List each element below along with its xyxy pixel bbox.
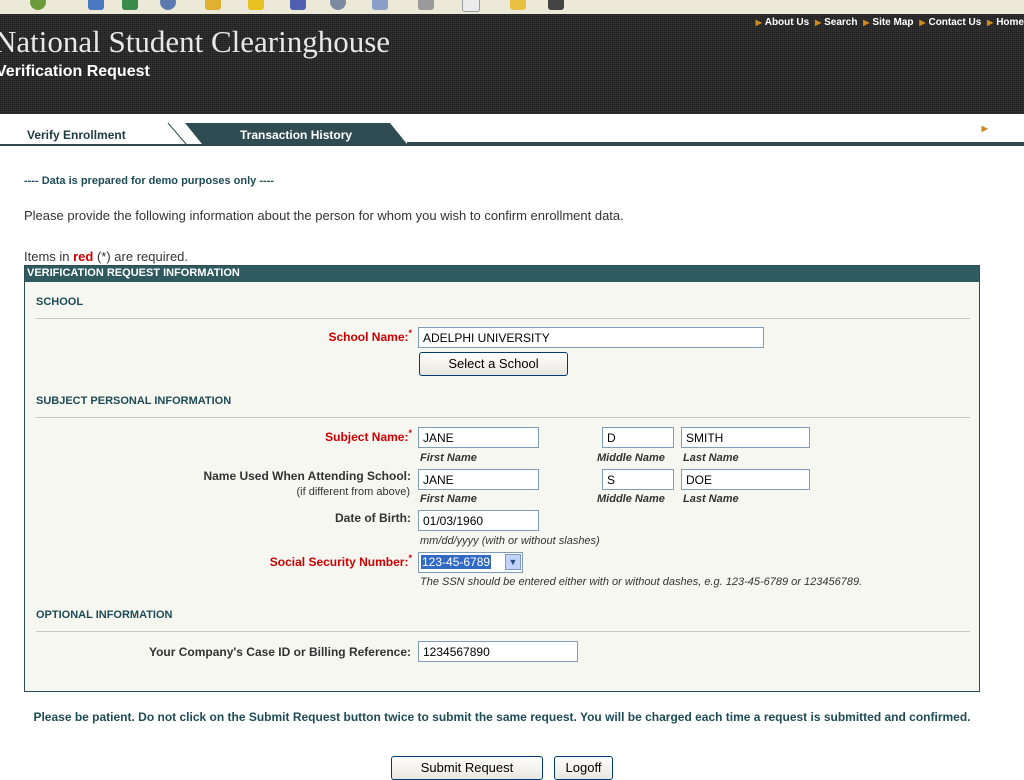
first-name-hint: First Name <box>420 493 477 505</box>
folder-icon[interactable] <box>510 0 526 10</box>
history-icon[interactable] <box>330 0 346 10</box>
divider <box>36 318 970 319</box>
section-school: SCHOOL <box>36 296 84 308</box>
select-school-button[interactable]: Select a School <box>419 352 568 376</box>
top-nav: ▶ About Us ▶ Search ▶ Site Map ▶ Contact Us … <box>753 17 1024 28</box>
ssn-label: Social Security Number:* <box>270 553 412 569</box>
first-name-hint: First Name <box>420 452 477 464</box>
page-icon[interactable] <box>88 0 104 10</box>
required-asterisk: * <box>408 328 412 338</box>
arrow-icon: ▶ <box>755 18 762 27</box>
back-icon[interactable] <box>30 0 46 10</box>
last-name-hint: Last Name <box>683 493 739 505</box>
used-middle-name-input[interactable]: S <box>602 469 674 490</box>
subject-name-label: Subject Name:* <box>325 428 412 444</box>
divider <box>36 631 970 632</box>
required-note-suffix: (*) are required. <box>93 249 189 264</box>
subject-name-label-text: Subject Name: <box>325 430 409 444</box>
demo-note: ---- Data is prepared for demo purposes … <box>24 175 274 187</box>
media-icon[interactable] <box>290 0 306 10</box>
star-icon[interactable] <box>248 0 264 10</box>
dob-hint: mm/dd/yyyy (with or without slashes) <box>420 535 600 547</box>
page-subtitle: Verification Request <box>0 63 150 80</box>
required-note-prefix: Items in <box>24 249 74 264</box>
case-id-label: Your Company's Case ID or Billing Refere… <box>148 645 411 659</box>
nav-site-map[interactable]: Site Map <box>872 17 913 28</box>
site-header: National Student Clearinghouse Verificat… <box>0 14 1024 114</box>
tab-shapes <box>0 122 1024 146</box>
dob-label: Date of Birth: <box>335 511 411 525</box>
edit-icon[interactable] <box>122 0 138 10</box>
last-name-hint: Last Name <box>683 452 739 464</box>
subject-last-name-input[interactable]: SMITH <box>681 427 810 448</box>
logoff-link-label[interactable]: Logoff <box>990 122 1024 134</box>
logoff-button[interactable]: Logoff <box>554 756 613 780</box>
mail-icon[interactable] <box>372 0 388 10</box>
ssn-hint: The SSN should be entered either with or… <box>420 576 863 588</box>
school-name-label-text: School Name: <box>328 330 409 344</box>
submit-request-button[interactable]: Submit Request <box>391 756 543 780</box>
divider <box>36 417 970 418</box>
subject-first-name-input[interactable]: JANE <box>418 427 539 448</box>
subject-middle-name-input[interactable]: D <box>602 427 674 448</box>
intro-text: Please provide the following information… <box>24 208 624 223</box>
used-first-name-input[interactable]: JANE <box>418 469 539 490</box>
arrow-icon: ▶ <box>863 18 870 27</box>
nav-contact-us[interactable]: Contact Us <box>928 17 981 28</box>
case-id-input[interactable]: 1234567890 <box>418 641 578 662</box>
arrow-icon: ▶ <box>987 18 994 27</box>
chevron-down-icon[interactable]: ▼ <box>505 554 521 570</box>
required-note: Items in red (*) are required. <box>24 249 188 264</box>
patience-note: Please be patient. Do not click on the S… <box>33 710 971 724</box>
name-used-sublabel: (if different from above) <box>296 486 410 498</box>
arrow-icon: ▶ <box>919 18 926 27</box>
nav-search[interactable]: Search <box>824 17 857 28</box>
required-asterisk: * <box>408 553 412 563</box>
pencil-icon[interactable] <box>205 0 221 10</box>
section-optional-info: OPTIONAL INFORMATION <box>36 609 173 621</box>
used-last-name-input[interactable]: DOE <box>681 469 810 490</box>
tab-verify-enrollment[interactable]: Verify Enrollment <box>27 128 126 142</box>
site-title: National Student Clearinghouse <box>0 24 391 59</box>
school-name-input[interactable]: ADELPHI UNIVERSITY <box>418 327 764 348</box>
messenger-icon[interactable] <box>548 0 564 10</box>
section-personal-info: SUBJECT PERSONAL INFORMATION <box>36 395 232 407</box>
ssn-value: 123-45-6789 <box>421 555 492 569</box>
ssn-label-text: Social Security Number: <box>269 555 409 569</box>
print-icon[interactable] <box>418 0 434 10</box>
nav-about-us[interactable]: About Us <box>765 17 809 28</box>
nav-home[interactable]: Home <box>996 17 1024 28</box>
globe-icon[interactable] <box>160 0 176 10</box>
name-used-label: Name Used When Attending School: <box>203 469 411 483</box>
form-title: VERIFICATION REQUEST INFORMATION <box>27 267 240 279</box>
note-icon[interactable] <box>462 0 480 12</box>
required-note-red: red <box>73 249 94 264</box>
arrow-icon: ▶ <box>814 18 822 27</box>
arrow-icon: ▶ <box>981 124 988 133</box>
middle-name-hint: Middle Name <box>597 452 665 464</box>
logoff-link[interactable]: ▶ Logoff <box>982 122 1024 134</box>
middle-name-hint: Middle Name <box>597 493 665 505</box>
dob-input[interactable]: 01/03/1960 <box>418 510 539 531</box>
school-name-label: School Name:* <box>328 328 412 344</box>
tab-transaction-history[interactable]: Transaction History <box>240 128 352 142</box>
required-asterisk: * <box>408 428 412 438</box>
browser-toolbar <box>0 0 1024 15</box>
